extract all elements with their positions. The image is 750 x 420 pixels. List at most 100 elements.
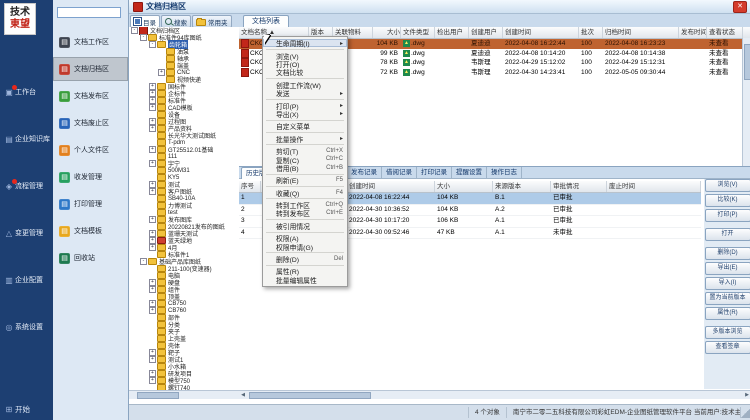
module-item[interactable]: ▤收发管理 xyxy=(53,165,128,189)
tree-expander[interactable]: + xyxy=(158,69,165,76)
sidebar-item[interactable]: ◎系统设置 xyxy=(0,317,53,337)
menu-item[interactable]: 权限申请(G) xyxy=(263,242,347,250)
tree-expander[interactable]: + xyxy=(149,90,156,97)
tree-node[interactable]: +KY5 xyxy=(129,174,239,181)
column-header[interactable]: 创建用户 xyxy=(469,27,503,38)
scrollbar-thumb[interactable] xyxy=(249,392,371,399)
tree-expander[interactable]: - xyxy=(149,41,156,48)
action-button[interactable]: 打印(P) xyxy=(705,209,750,222)
sidebar-item[interactable]: ▥企业配置 xyxy=(0,270,53,290)
tree-expander[interactable]: + xyxy=(149,146,156,153)
action-button[interactable]: 属性(R) xyxy=(705,307,750,320)
menu-item[interactable]: 借用(B)Ctrl+B xyxy=(263,164,347,172)
module-item[interactable]: ▤文档模板 xyxy=(53,219,128,243)
detail-tab[interactable]: 打印记录 xyxy=(417,167,452,178)
column-header[interactable]: 创建时间 xyxy=(347,181,435,192)
menu-item[interactable]: 导出(X)▸ xyxy=(263,110,347,118)
column-header[interactable]: 大小 xyxy=(435,181,493,192)
menu-item[interactable]: 发送▸ xyxy=(263,89,347,97)
tree-expander[interactable]: + xyxy=(149,104,156,111)
column-header[interactable]: 序号 xyxy=(239,181,261,192)
scrollbar-thumb[interactable] xyxy=(744,44,750,80)
sidebar-item[interactable]: ▣工作台 xyxy=(0,82,53,102)
start-button[interactable]: ⊞ 开始 xyxy=(0,402,53,416)
action-button[interactable]: 查看签章 xyxy=(705,341,750,354)
tree-expander[interactable]: + xyxy=(149,97,156,104)
column-header[interactable]: 文件类型 xyxy=(401,27,435,38)
tree-expander[interactable]: + xyxy=(149,300,156,307)
tree-expander[interactable]: + xyxy=(149,188,156,195)
sidebar-item[interactable]: ▤企业知识库 xyxy=(0,129,53,149)
tree-expander[interactable]: + xyxy=(149,349,156,356)
sidebar-item[interactable]: ◈流程管理 xyxy=(0,176,53,196)
tree-node[interactable]: +CB750 xyxy=(129,300,239,307)
tree-expander[interactable]: + xyxy=(149,160,156,167)
table-vertical-scrollbar[interactable] xyxy=(742,38,750,167)
tree-node[interactable]: +蓝天绿地 xyxy=(129,237,239,244)
close-icon[interactable]: ✕ xyxy=(733,1,747,13)
action-button[interactable]: 导入(I) xyxy=(705,277,750,290)
module-item[interactable]: ▤个人文件区 xyxy=(53,138,128,162)
tree-expander[interactable]: - xyxy=(140,258,147,265)
column-header[interactable]: 发布时间 xyxy=(679,27,707,38)
menu-item[interactable]: 批量操作▸ xyxy=(263,135,347,143)
module-item[interactable]: ▤文档发布区 xyxy=(53,84,128,108)
menu-item[interactable]: 收藏(Q)F4 xyxy=(263,188,347,196)
menu-item[interactable]: 生命周期(I)▸ xyxy=(263,39,347,47)
action-button[interactable]: 多版本浏览 xyxy=(705,326,750,339)
tree-node[interactable]: +组件 xyxy=(129,286,239,293)
tree-node[interactable]: +111 xyxy=(129,153,239,160)
scrollbar-thumb[interactable] xyxy=(137,392,179,399)
scroll-left-icon[interactable]: ◀ xyxy=(239,391,247,399)
column-header[interactable]: 查看状态 xyxy=(707,27,743,38)
column-header[interactable]: 来源版本 xyxy=(493,181,551,192)
tree-node[interactable]: +上壳盖 xyxy=(129,335,239,342)
column-header[interactable]: 检出用户 xyxy=(435,27,469,38)
action-button[interactable]: 比较(K) xyxy=(705,194,750,207)
tree-node[interactable]: +长光华大测试图纸 xyxy=(129,132,239,139)
tree-expander[interactable]: + xyxy=(149,230,156,237)
tree-node[interactable]: +分类 xyxy=(129,321,239,328)
action-button[interactable]: 打开 xyxy=(705,228,750,241)
tree-node[interactable]: +部件 xyxy=(129,314,239,321)
menu-item[interactable]: 删除(D)Del xyxy=(263,255,347,263)
module-item[interactable]: ▤文档工作区 xyxy=(53,30,128,54)
tree-expander[interactable]: + xyxy=(149,216,156,223)
menu-item[interactable]: 刷新(E)F5 xyxy=(263,176,347,184)
column-header[interactable]: 批次 xyxy=(579,27,603,38)
tree-expander[interactable]: + xyxy=(149,370,156,377)
tree-node[interactable]: +靶子 xyxy=(129,349,239,356)
menu-item[interactable]: 被引用情况 xyxy=(263,222,347,230)
menu-item[interactable]: 转到发布区Ctrl+E xyxy=(263,209,347,217)
column-header[interactable]: 审批情况 xyxy=(551,181,607,192)
tree-node[interactable]: +力博测试 xyxy=(129,202,239,209)
action-button[interactable]: 置为当前版本 xyxy=(705,292,750,305)
tree-expander[interactable]: + xyxy=(149,83,156,90)
action-button[interactable]: 删除(D) xyxy=(705,247,750,260)
column-header[interactable]: 废止时间 xyxy=(607,181,701,192)
tree-node[interactable]: +顶盖 xyxy=(129,293,239,300)
resize-grip[interactable] xyxy=(741,407,750,418)
action-button[interactable]: 浏览(V) xyxy=(705,179,750,192)
sidebar-item[interactable]: △变更管理 xyxy=(0,223,53,243)
bottom-horizontal-scrollbar[interactable]: ◀ ▶ xyxy=(239,390,750,399)
detail-tab[interactable]: 借阅记录 xyxy=(382,167,417,178)
tree-expander[interactable]: + xyxy=(149,237,156,244)
column-header[interactable]: 归档时间 xyxy=(603,27,679,38)
tree-node[interactable]: +宇宁 xyxy=(129,160,239,167)
tree-node[interactable]: +211-100(变速器) xyxy=(129,265,239,272)
tree-expander[interactable]: + xyxy=(149,307,156,314)
detail-tab[interactable]: 发布记录 xyxy=(347,167,382,178)
tree-horizontal-scrollbar[interactable] xyxy=(129,390,239,399)
menu-item[interactable]: 批量编辑属性 xyxy=(263,276,347,284)
tree-expander[interactable]: + xyxy=(149,244,156,251)
tree-expander[interactable]: + xyxy=(149,181,156,188)
tree-node[interactable]: +CAD模板 xyxy=(129,104,239,111)
tree-node[interactable]: +壳体 xyxy=(129,342,239,349)
column-header[interactable]: 大小 xyxy=(373,27,401,38)
tree-expander[interactable]: + xyxy=(149,125,156,132)
tree-node[interactable]: +CB760 xyxy=(129,307,239,314)
tree-expander[interactable]: + xyxy=(149,377,156,384)
tree-expander[interactable]: + xyxy=(149,286,156,293)
module-search-input[interactable] xyxy=(57,7,121,18)
